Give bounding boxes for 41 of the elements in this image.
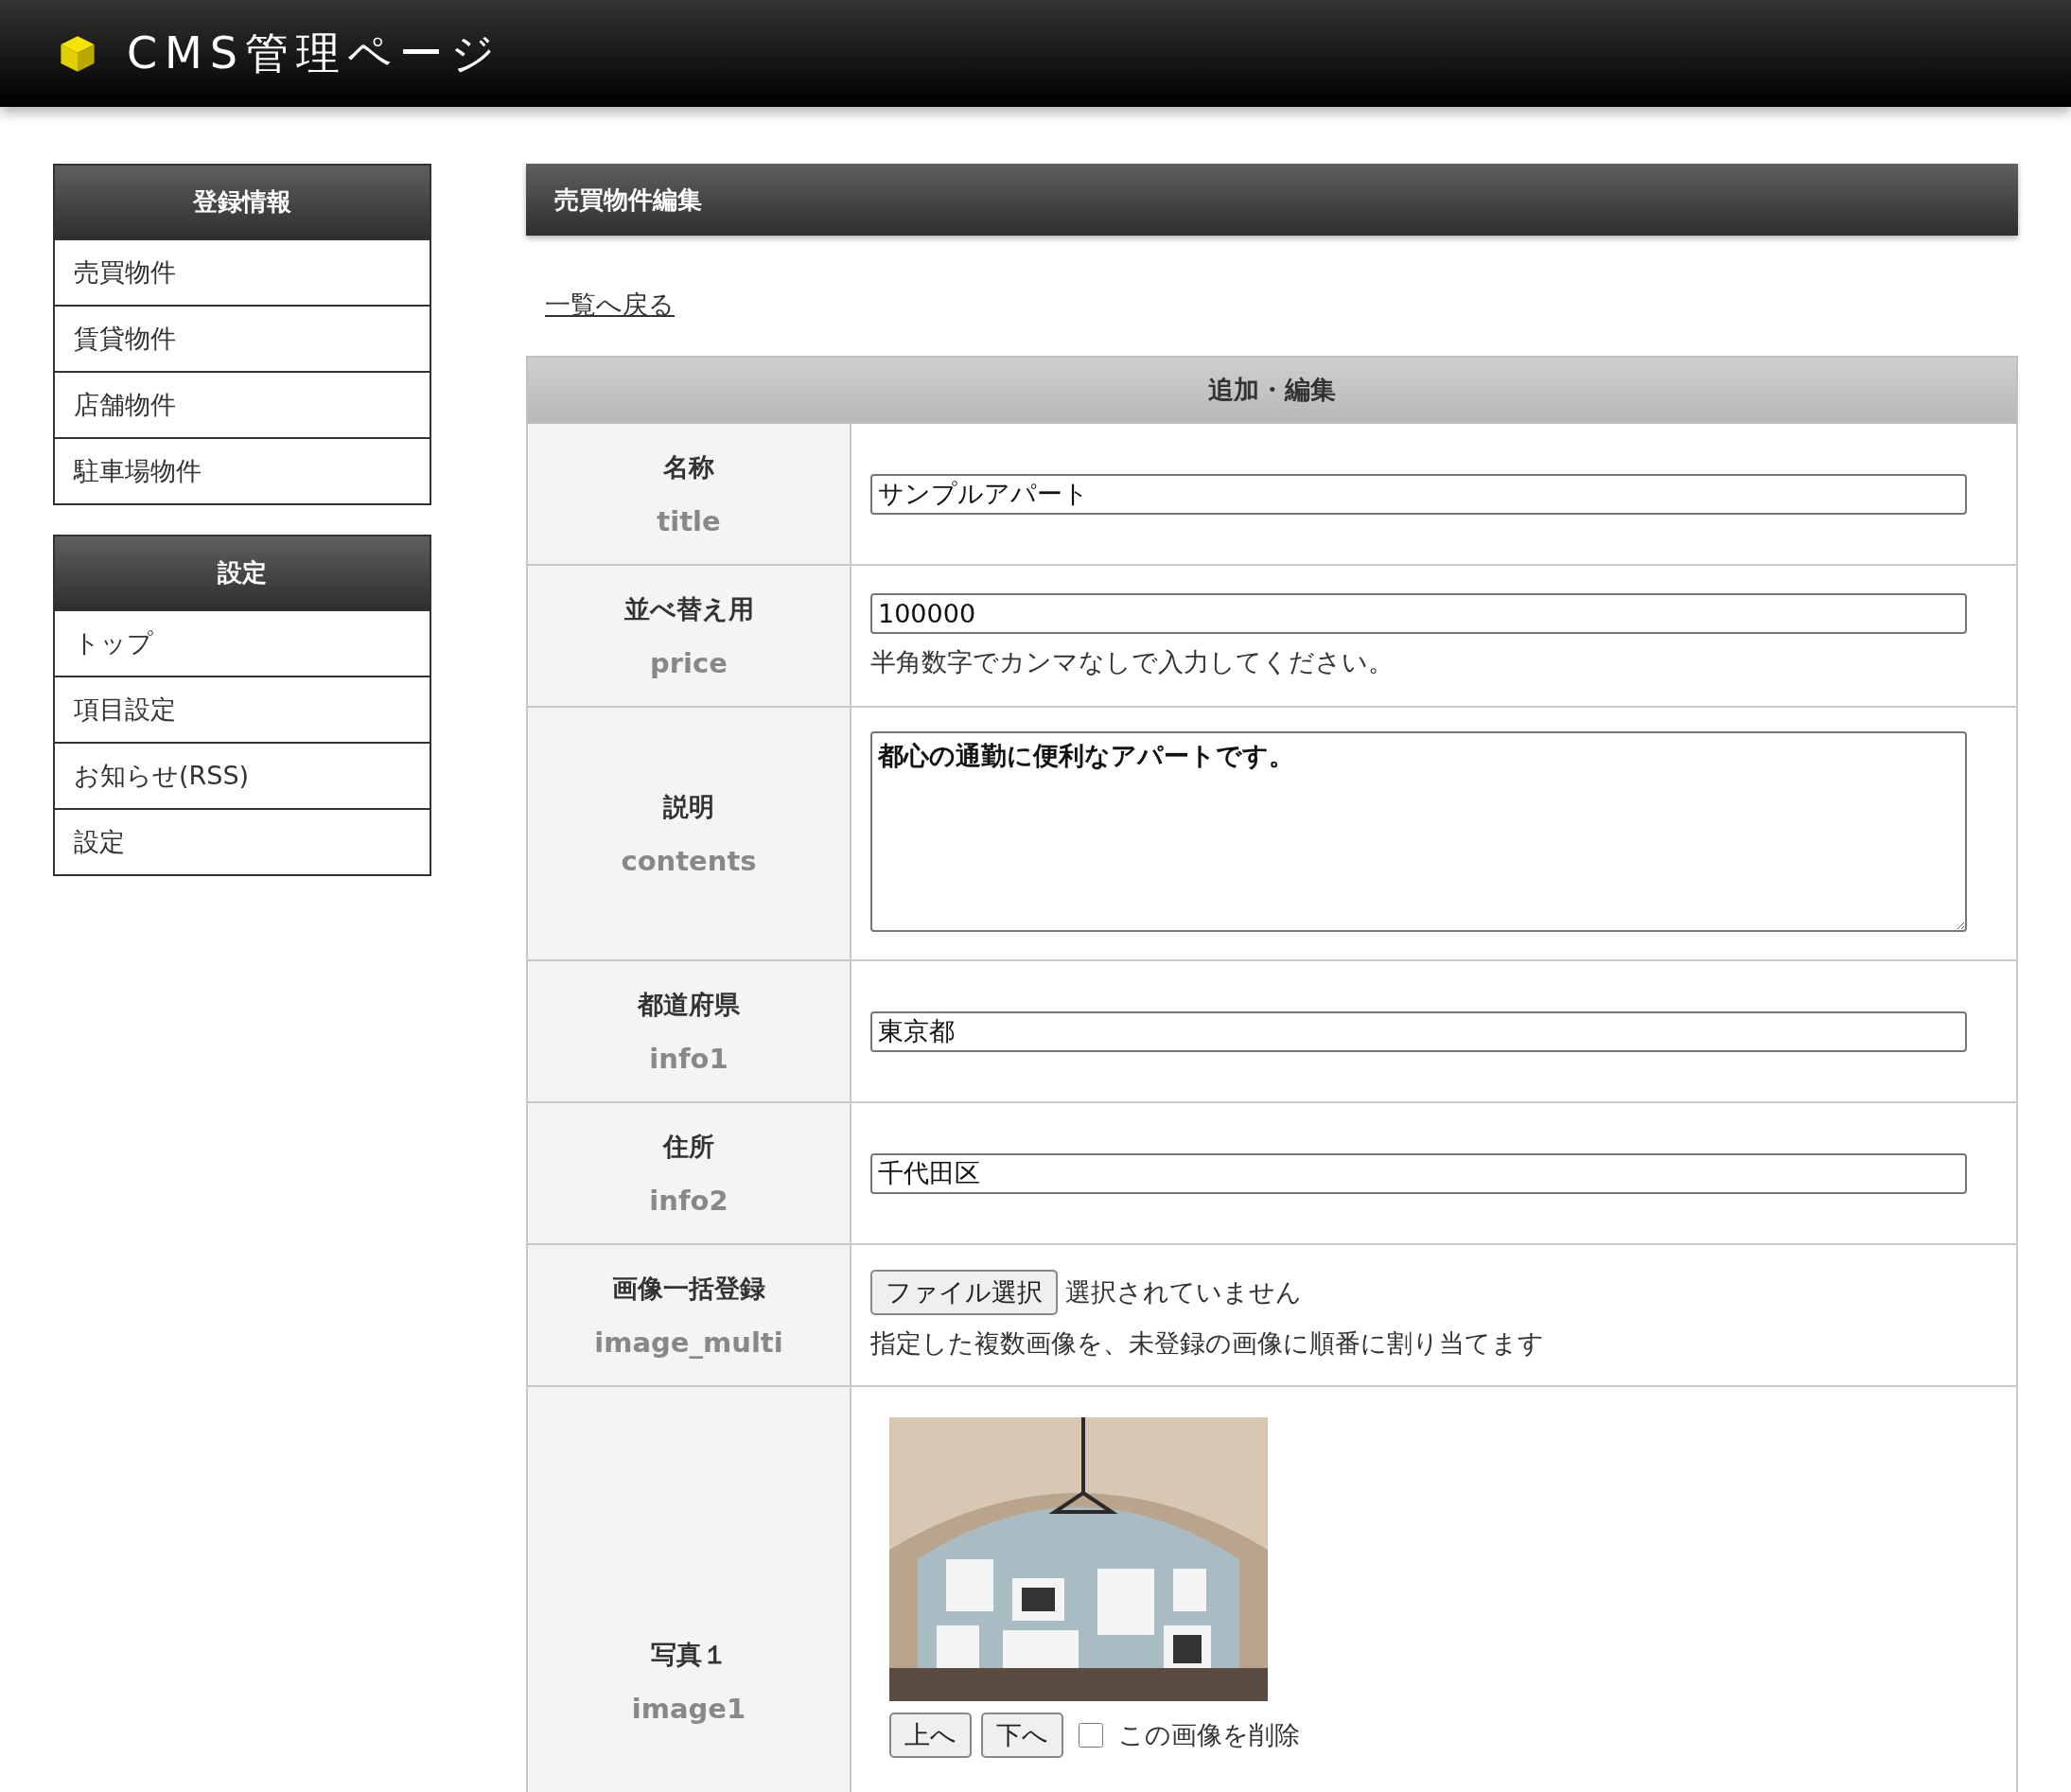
- sidebar-heading: 設定: [55, 536, 430, 609]
- field-label: 都道府県: [636, 989, 741, 1021]
- field-key: image1: [528, 1693, 850, 1725]
- input-field[interactable]: 千代田区: [870, 1152, 1967, 1194]
- field-key: info2: [528, 1185, 850, 1217]
- field-key: price: [528, 647, 850, 679]
- delete-checkbox[interactable]: [1079, 1723, 1103, 1748]
- field-hint: 半角数字でカンマなしで入力してください。: [870, 645, 1395, 678]
- field-label: 説明: [662, 791, 715, 823]
- field-key: image_multi: [528, 1326, 850, 1359]
- field-hint: 指定した複数画像を、未登録の画像に順番に割り当てます: [870, 1327, 1545, 1360]
- field-key: title: [528, 505, 850, 537]
- sidebar-item[interactable]: 駐車場物件: [55, 437, 430, 503]
- field-label: 画像一括登録: [611, 1273, 766, 1305]
- sidebar-item[interactable]: 店舗物件: [55, 371, 430, 437]
- checkbox-label: この画像を削除: [1118, 1719, 1300, 1751]
- sidebar-heading: 登録情報: [55, 166, 430, 238]
- input-field[interactable]: 100000: [870, 592, 1967, 634]
- field-label: 写真１: [649, 1639, 728, 1671]
- field-label: 並べ替え用: [623, 593, 755, 625]
- sidebar-item[interactable]: 項目設定: [55, 676, 430, 742]
- page-heading: 売買物件編集: [526, 164, 2018, 236]
- sidebar-item[interactable]: 賃貸物件: [55, 305, 430, 371]
- sidebar-item[interactable]: トップ: [55, 609, 430, 676]
- field-key: info1: [528, 1043, 850, 1075]
- input-field[interactable]: サンプルアパート: [870, 473, 1967, 515]
- table-heading: 追加・編集: [527, 357, 2017, 423]
- field-label: 名称: [662, 451, 715, 483]
- text-area[interactable]: 都心の通勤に便利なアパートです。: [870, 731, 1967, 932]
- field-key: contents: [528, 845, 850, 877]
- sidebar-item[interactable]: 設定: [55, 808, 430, 874]
- app-title: CMS管理ページ: [127, 26, 502, 80]
- move-down-button[interactable]: 下へ: [981, 1713, 1063, 1758]
- sidebar-item[interactable]: 売買物件: [55, 238, 430, 305]
- file-button[interactable]: ファイル選択: [870, 1270, 1058, 1315]
- file-status: 選択されていません: [1065, 1276, 1302, 1309]
- field-label: 住所: [661, 1131, 715, 1163]
- input-field[interactable]: 東京都: [870, 1010, 1967, 1052]
- move-up-button[interactable]: 上へ: [889, 1713, 972, 1758]
- back-link[interactable]: 一覧へ戻る: [545, 290, 675, 319]
- sidebar-item[interactable]: お知らせ(RSS): [55, 742, 430, 808]
